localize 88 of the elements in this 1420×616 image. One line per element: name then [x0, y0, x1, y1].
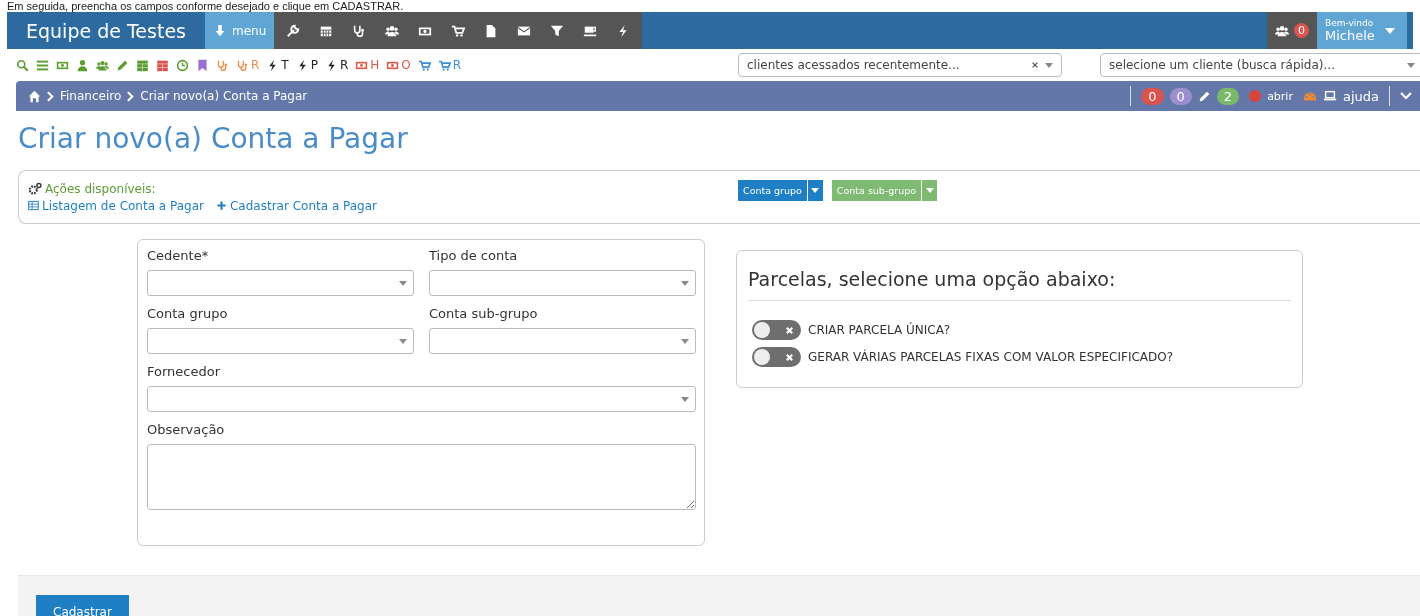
option-label: GERAR VÁRIAS PARCELAS FIXAS COM VALOR ESPECIFICADO? — [808, 350, 1174, 364]
shortcut-label[interactable]: P — [310, 58, 318, 72]
chevron-down-icon[interactable] — [1400, 92, 1412, 100]
caret-icon — [1407, 62, 1415, 68]
user-icon[interactable] — [76, 58, 89, 72]
user-name: Michele — [1325, 28, 1375, 43]
close-icon — [785, 352, 794, 362]
field-label: Cedente* — [147, 248, 210, 263]
list-icon[interactable] — [36, 58, 49, 72]
caret-icon — [399, 280, 407, 286]
recent-clients-select[interactable]: clientes acessados recentemente... — [738, 53, 1062, 77]
clock-icon[interactable] — [176, 58, 189, 72]
caret-icon — [811, 188, 820, 193]
toggle-switch[interactable] — [752, 320, 801, 340]
cart-icon[interactable] — [417, 58, 431, 72]
toggle-switch[interactable] — [752, 347, 801, 367]
instruction-text: Em seguida, preencha os campos conforme desejado e clique em CADASTRAR. — [6, 0, 405, 12]
search-icon[interactable] — [16, 58, 29, 72]
stethoscope-icon[interactable] — [352, 23, 367, 38]
create-link[interactable]: Cadastrar Conta a Pagar — [216, 198, 377, 213]
calendar-icon[interactable] — [136, 58, 149, 72]
field-label: Fornecedor — [147, 364, 222, 379]
shortcut-label[interactable]: R — [339, 58, 349, 72]
filter-icon[interactable] — [550, 23, 565, 38]
select-field[interactable] — [147, 328, 414, 354]
field-label: Observação — [147, 422, 226, 437]
breadcrumb-link[interactable]: Financeiro — [60, 89, 122, 103]
close-icon — [785, 325, 794, 335]
table-icon — [28, 200, 39, 211]
client-search-select[interactable]: selecione um cliente (busca rápida)... — [1100, 53, 1420, 77]
count-badge[interactable]: 0 — [1141, 87, 1164, 105]
caret-icon — [925, 188, 934, 193]
pencil-icon[interactable] — [1197, 89, 1211, 103]
cart-icon[interactable] — [437, 58, 451, 72]
list-link[interactable]: Listagem de Conta a Pagar — [28, 198, 204, 213]
installments-title: Parcelas, selecione uma opção abaixo: — [748, 268, 1117, 292]
users-icon — [1275, 23, 1289, 38]
count-badge[interactable]: 0 — [1169, 87, 1192, 105]
wrench-icon[interactable] — [286, 23, 301, 38]
notifications-area[interactable]: 0 — [1267, 12, 1317, 49]
dropdown-button[interactable]: Conta grupo — [738, 180, 807, 201]
shortcut-label[interactable]: O — [401, 58, 411, 72]
welcome-label: Bem-vindo — [1325, 18, 1375, 28]
notification-count: 0 — [1294, 23, 1309, 38]
field-label: Conta grupo — [147, 306, 229, 321]
cart-icon[interactable] — [451, 23, 466, 38]
calendar-icon[interactable] — [156, 58, 169, 72]
shortcut-label[interactable]: R — [452, 58, 462, 72]
help-link[interactable]: ajuda — [1342, 88, 1379, 104]
select-field[interactable] — [147, 386, 696, 412]
clear-icon[interactable] — [1031, 61, 1039, 69]
arrow-down-icon — [213, 23, 227, 38]
laptop-icon[interactable] — [1322, 89, 1337, 103]
page-title: Criar novo(a) Conta a Pagar — [18, 121, 409, 157]
bookmark-icon[interactable] — [196, 58, 209, 72]
count-badge[interactable]: 2 — [1216, 87, 1240, 105]
chevron-right-icon — [47, 90, 54, 102]
shortcut-label[interactable]: H — [370, 58, 380, 72]
status-dot — [1249, 90, 1262, 102]
caret-icon — [681, 338, 689, 344]
shortcut-label[interactable]: T — [281, 58, 289, 72]
home-icon[interactable] — [28, 89, 41, 103]
users-icon[interactable] — [385, 23, 400, 38]
select-field[interactable] — [147, 270, 414, 296]
select-field[interactable] — [429, 270, 696, 296]
caret-icon — [1384, 27, 1395, 34]
shortcut-label[interactable]: R — [251, 58, 260, 72]
caret-icon — [399, 338, 407, 344]
menu-button[interactable]: menu — [205, 12, 275, 49]
caret-icon — [681, 396, 689, 402]
caret-icon — [681, 280, 689, 286]
dropdown-toggle[interactable] — [922, 180, 938, 201]
chevron-right-icon — [127, 90, 135, 102]
field-label: Tipo de conta — [429, 248, 519, 263]
actions-title: Ações disponíveis: — [45, 181, 156, 196]
select-field[interactable] — [429, 328, 696, 354]
user-menu[interactable]: Bem-vindo Michele — [1317, 12, 1407, 49]
pencil-icon[interactable] — [116, 58, 129, 72]
open-link[interactable]: abrir — [1267, 89, 1293, 103]
dropdown-button[interactable]: Conta sub-grupo — [831, 180, 922, 201]
option-label: CRIAR PARCELA ÚNICA? — [808, 323, 951, 337]
plus-icon — [216, 200, 227, 211]
submit-button[interactable]: Cadastrar — [36, 595, 129, 616]
users-icon[interactable] — [96, 58, 109, 72]
brand-title: Equipe de Testes — [25, 18, 187, 44]
field-label: Conta sub-grupo — [429, 306, 539, 321]
caret-icon — [1045, 62, 1053, 68]
dropdown-toggle[interactable] — [807, 180, 823, 201]
